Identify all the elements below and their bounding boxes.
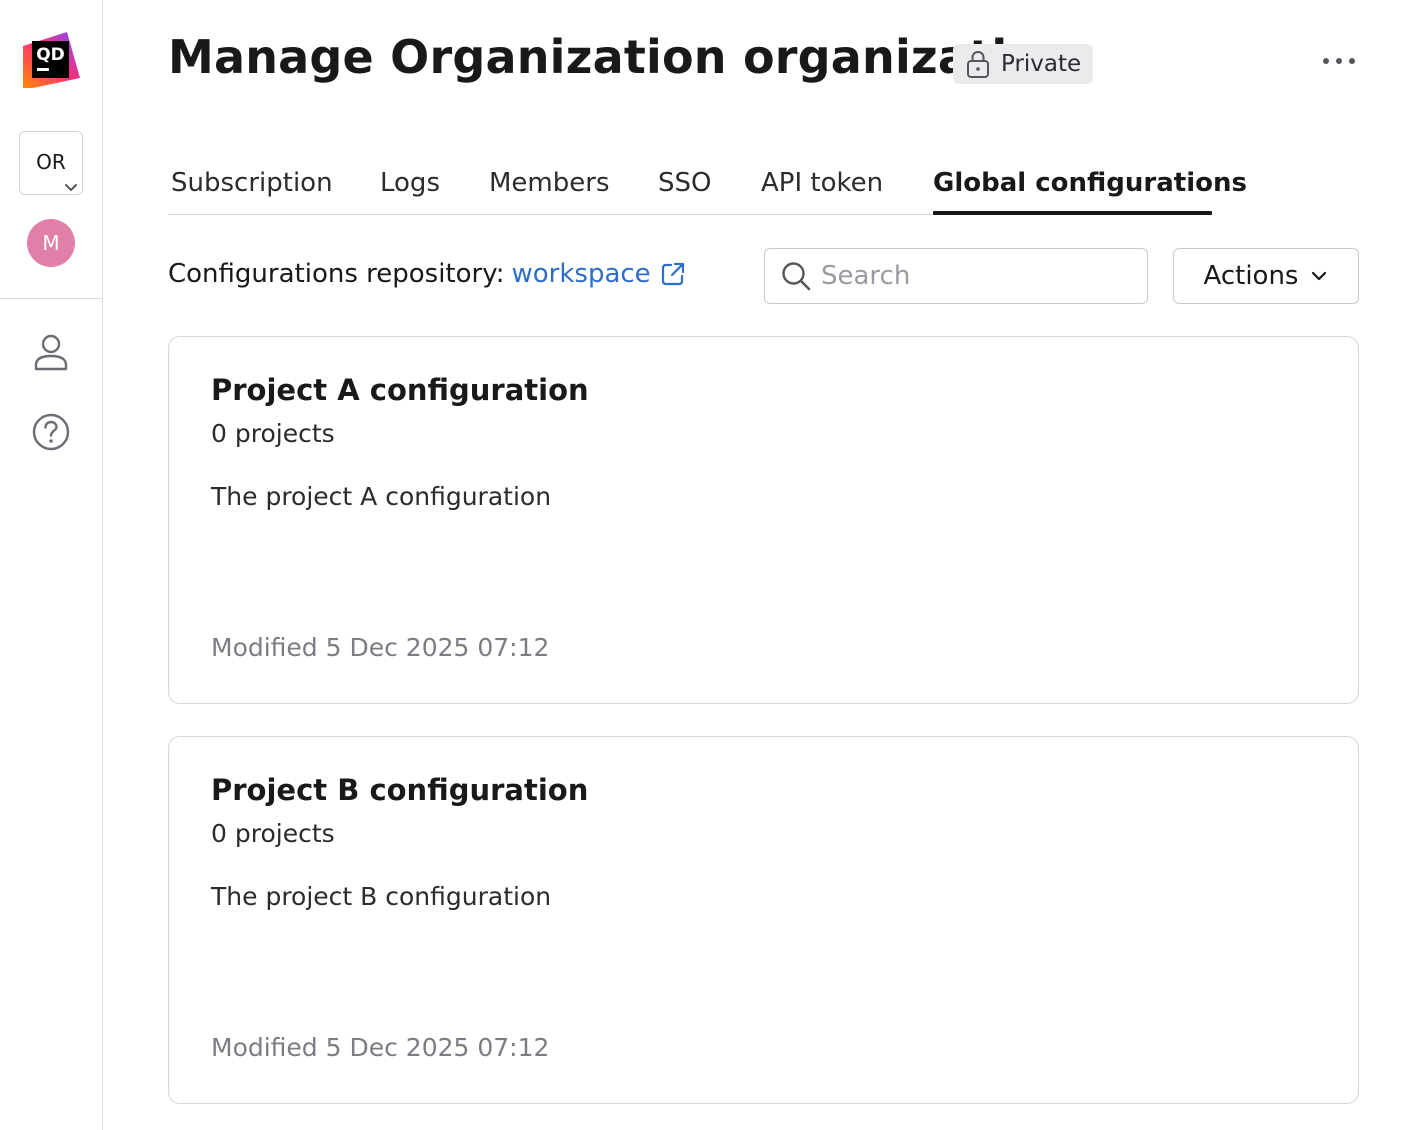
sidebar: QD OR M xyxy=(0,0,103,1130)
configuration-modified: Modified 5 Dec 2025 07:12 xyxy=(211,633,550,662)
external-link-icon[interactable] xyxy=(659,260,687,288)
tab-api-token[interactable]: API token xyxy=(761,168,883,198)
sidebar-divider xyxy=(0,298,103,299)
avatar[interactable]: M xyxy=(27,219,75,267)
configuration-project-count: 0 projects xyxy=(211,819,335,848)
more-options-button[interactable] xyxy=(1316,44,1362,78)
org-switcher-label: OR xyxy=(36,150,66,174)
active-tab-indicator xyxy=(933,211,1212,215)
lock-icon xyxy=(967,50,989,78)
chevron-down-icon xyxy=(65,184,77,192)
repository-link[interactable]: workspace xyxy=(511,259,650,289)
configuration-description: The project A configuration xyxy=(211,482,552,511)
configuration-card[interactable]: Project A configuration 0 projects The p… xyxy=(168,336,1359,704)
repository-label: Configurations repository: xyxy=(168,259,505,289)
private-badge: Private xyxy=(953,44,1093,84)
configuration-title: Project B configuration xyxy=(211,773,589,807)
tab-members[interactable]: Members xyxy=(489,168,610,198)
help-icon[interactable] xyxy=(31,412,71,452)
configuration-card[interactable]: Project B configuration 0 projects The p… xyxy=(168,736,1359,1104)
more-horizontal-icon xyxy=(1323,58,1355,64)
tab-global-configurations[interactable]: Global configurations xyxy=(933,168,1247,198)
search-field[interactable] xyxy=(764,248,1148,304)
search-icon xyxy=(782,262,811,291)
configuration-description: The project B configuration xyxy=(211,882,552,911)
chevron-down-icon xyxy=(1312,271,1327,281)
configurations-repository: Configurations repository: workspace xyxy=(168,259,687,289)
actions-button[interactable]: Actions xyxy=(1173,248,1359,304)
tab-bar: Subscription Logs Members SSO API token … xyxy=(168,160,1247,215)
configuration-title: Project A configuration xyxy=(211,373,589,407)
tab-logs[interactable]: Logs xyxy=(380,168,440,198)
user-icon[interactable] xyxy=(31,332,71,372)
tab-subscription[interactable]: Subscription xyxy=(171,168,333,198)
tab-sso[interactable]: SSO xyxy=(658,168,711,198)
qodana-logo[interactable]: QD xyxy=(23,32,80,88)
actions-button-label: Actions xyxy=(1203,261,1299,291)
logo-text: QD xyxy=(36,45,65,65)
page-title: Manage Organization organization xyxy=(168,30,1073,84)
configuration-project-count: 0 projects xyxy=(211,419,335,448)
search-input[interactable] xyxy=(821,261,1121,291)
configuration-modified: Modified 5 Dec 2025 07:12 xyxy=(211,1033,550,1062)
org-switcher[interactable]: OR xyxy=(19,131,83,195)
private-badge-label: Private xyxy=(1001,51,1082,77)
